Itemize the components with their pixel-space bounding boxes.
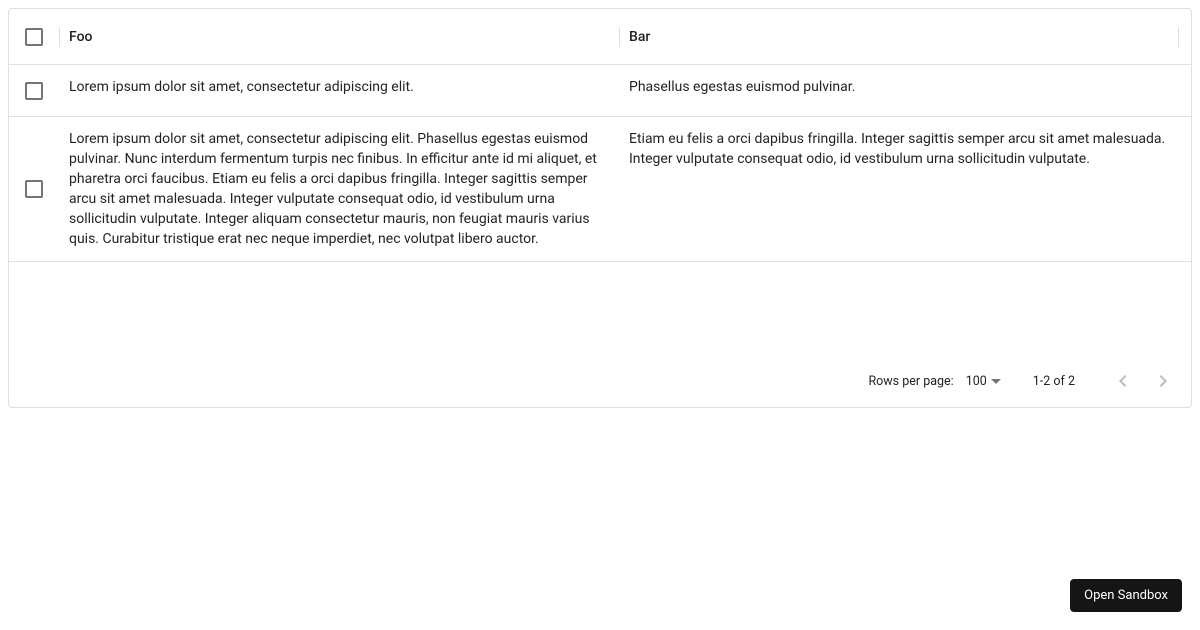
column-separator[interactable]	[59, 27, 60, 47]
select-all-checkbox[interactable]	[25, 28, 43, 46]
row-checkbox-cell	[9, 117, 59, 261]
cell-bar: Phasellus egestas euismod pulvinar.	[619, 65, 1179, 116]
cell-foo: Lorem ipsum dolor sit amet, consectetur …	[59, 117, 619, 261]
rows-per-page-label: Rows per page:	[868, 374, 953, 389]
chevron-down-icon	[991, 379, 1001, 384]
pagination-range: 1-2 of 2	[1033, 374, 1075, 389]
next-page-button[interactable]	[1143, 361, 1183, 401]
cell-text: Etiam eu felis a orci dapibus fringilla.…	[629, 117, 1169, 181]
column-header-label: Foo	[69, 29, 92, 45]
grid-footer: Rows per page: 100 1-2 of 2	[9, 355, 1191, 407]
column-separator[interactable]	[619, 27, 620, 47]
column-header-foo[interactable]: Foo	[59, 9, 619, 64]
rows-per-page-select[interactable]: 100	[966, 374, 1001, 389]
cell-bar: Etiam eu felis a orci dapibus fringilla.…	[619, 117, 1179, 261]
prev-page-button[interactable]	[1103, 361, 1143, 401]
grid-header-row: Foo Bar	[9, 9, 1191, 65]
row-checkbox[interactable]	[25, 82, 43, 100]
table-row[interactable]: Lorem ipsum dolor sit amet, consectetur …	[9, 65, 1191, 117]
grid-body: Lorem ipsum dolor sit amet, consectetur …	[9, 65, 1191, 355]
column-header-label: Bar	[629, 29, 650, 45]
cell-text: Lorem ipsum dolor sit amet, consectetur …	[69, 117, 609, 261]
cell-foo: Lorem ipsum dolor sit amet, consectetur …	[59, 65, 619, 116]
cell-text: Lorem ipsum dolor sit amet, consectetur …	[69, 65, 609, 109]
cell-text: Phasellus egestas euismod pulvinar.	[629, 65, 1169, 109]
table-row[interactable]: Lorem ipsum dolor sit amet, consectetur …	[9, 117, 1191, 262]
column-header-bar[interactable]: Bar	[619, 9, 1179, 64]
rows-per-page-value: 100	[966, 374, 987, 389]
row-checkbox-cell	[9, 65, 59, 116]
row-checkbox[interactable]	[25, 180, 43, 198]
open-sandbox-button[interactable]: Open Sandbox	[1070, 579, 1182, 612]
chevron-left-icon	[1111, 369, 1135, 393]
chevron-right-icon	[1151, 369, 1175, 393]
data-grid: Foo Bar Lorem ipsum dolor sit amet, cons…	[8, 8, 1192, 408]
header-checkbox-cell	[9, 9, 59, 64]
